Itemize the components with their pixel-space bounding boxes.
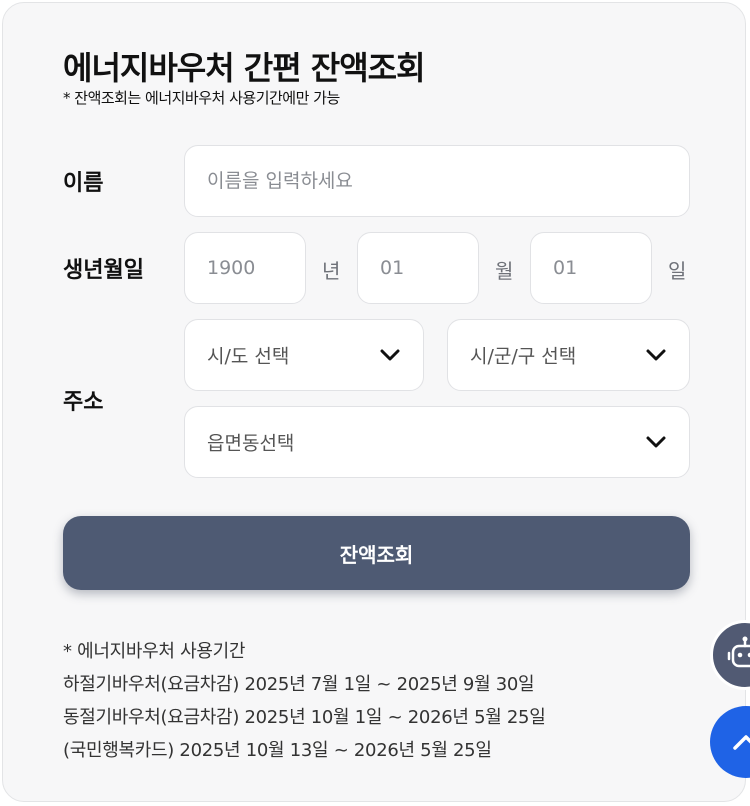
birth-year-box: [184, 232, 306, 304]
birth-day-input[interactable]: [531, 233, 651, 303]
balance-check-button[interactable]: 잔액조회: [63, 516, 690, 590]
eupmyeondong-select-value: 읍면동선택: [207, 432, 295, 455]
year-unit: 년: [322, 259, 341, 283]
sido-select[interactable]: 시/도 선택: [184, 319, 424, 391]
birth-day-box: [530, 232, 652, 304]
notes-line-card: (국민행복카드) 2025년 10월 13일 ~ 2026년 5월 25일: [63, 740, 492, 761]
notes-heading: * 에너지바우처 사용기간: [63, 641, 246, 662]
chevron-down-icon: [646, 349, 666, 361]
month-unit: 월: [495, 259, 514, 283]
birth-month-box: [357, 232, 479, 304]
name-label: 이름: [63, 171, 104, 196]
page-title: 에너지바우처 간편 잔액조회: [63, 49, 426, 87]
page-subtitle: * 잔액조회는 에너지바우처 사용기간에만 가능: [63, 89, 340, 107]
chevron-down-icon: [646, 436, 666, 448]
robot-icon: [727, 636, 750, 668]
eupmyeondong-select[interactable]: 읍면동선택: [184, 406, 690, 478]
balance-check-card: 에너지바우처 간편 잔액조회 * 잔액조회는 에너지바우처 사용기간에만 가능 …: [2, 2, 746, 802]
chevron-up-icon: [733, 735, 750, 750]
birth-year-input[interactable]: [185, 233, 305, 303]
notes-line-summer: 하절기바우처(요금차감) 2025년 7월 1일 ~ 2025년 9월 30일: [63, 674, 535, 695]
birth-month-input[interactable]: [358, 233, 478, 303]
address-label: 주소: [63, 390, 104, 415]
sido-select-value: 시/도 선택: [207, 345, 290, 368]
day-unit: 일: [668, 259, 687, 283]
sigungu-select-value: 시/군/구 선택: [470, 345, 577, 368]
name-input[interactable]: [185, 146, 689, 216]
sigungu-select[interactable]: 시/군/구 선택: [447, 319, 690, 391]
usage-period-notes: * 에너지바우처 사용기간 하절기바우처(요금차감) 2025년 7월 1일 ~…: [63, 635, 546, 767]
birth-label: 생년월일: [63, 258, 144, 283]
name-field-box: [184, 145, 690, 217]
chevron-down-icon: [380, 349, 400, 361]
notes-line-winter: 동절기바우처(요금차감) 2025년 10월 1일 ~ 2026년 5월 25일: [63, 707, 546, 728]
